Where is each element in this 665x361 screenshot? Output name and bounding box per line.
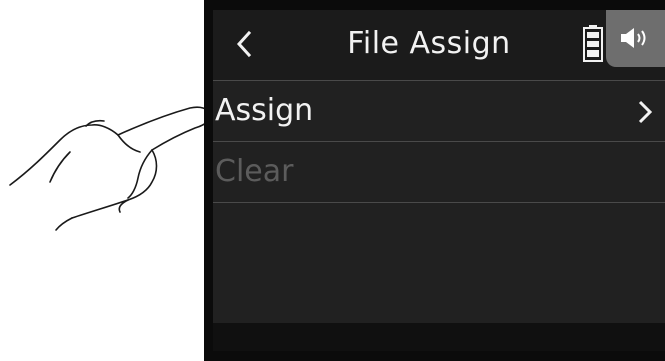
speaker-button[interactable] — [606, 10, 665, 67]
device-screen: File Assign Assign Clear — [213, 10, 665, 351]
menu-item-clear[interactable]: Clear — [213, 142, 665, 203]
battery-icon — [583, 25, 603, 62]
page-title: File Assign — [347, 26, 511, 61]
speaker-icon — [621, 28, 646, 48]
illustration-stage: File Assign Assign Clear — [0, 0, 665, 361]
menu-item-assign[interactable]: Assign — [213, 81, 665, 142]
chevron-right-icon — [638, 100, 653, 124]
footer-bar — [213, 323, 665, 351]
hand-pointer-illustration — [9, 106, 212, 231]
chevron-left-icon[interactable] — [225, 24, 265, 64]
header-bar: File Assign — [213, 10, 665, 81]
menu-item-label: Assign — [215, 93, 314, 128]
menu-item-label: Clear — [215, 154, 294, 189]
